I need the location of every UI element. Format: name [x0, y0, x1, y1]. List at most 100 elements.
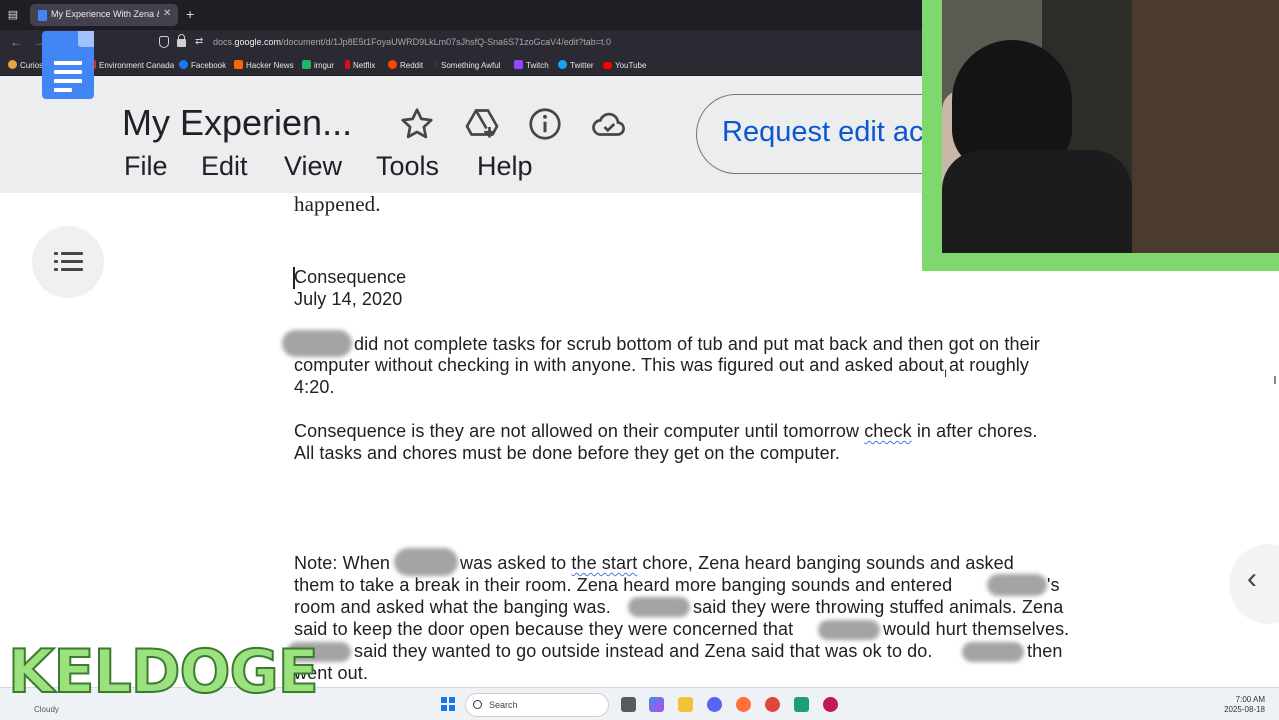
- bookmark-youtube[interactable]: YouTube: [603, 60, 646, 72]
- paragraph-line: said they wanted to go outside instead a…: [354, 641, 933, 661]
- webcam-bookshelf: [1132, 0, 1279, 253]
- bookmark-twitch[interactable]: Twitch: [514, 60, 549, 72]
- document-title[interactable]: My Experien...: [122, 102, 352, 144]
- info-icon[interactable]: [527, 106, 563, 142]
- reddit-icon: [388, 60, 397, 69]
- spellcheck-underline[interactable]: the start: [571, 553, 637, 573]
- paragraph-line: then: [1027, 641, 1063, 661]
- app-icon[interactable]: [765, 697, 780, 712]
- bookmark-something-awful[interactable]: Something Awful: [433, 60, 500, 72]
- spellcheck-underline[interactable]: check: [864, 421, 912, 441]
- screen: ▤ My Experience With Zena & Po ✕ + ← → ↻…: [0, 0, 1279, 720]
- close-tab-icon[interactable]: ✕: [163, 8, 171, 19]
- tab-list-icon[interactable]: ▤: [6, 8, 20, 22]
- paragraph-line: 's: [1047, 575, 1060, 595]
- paragraph-line: was asked to the start chore, Zena heard…: [460, 553, 1014, 573]
- menu-file[interactable]: File: [124, 151, 168, 182]
- webcam-overlay-frame: [922, 0, 1279, 271]
- address-bar-url[interactable]: docs.google.com/document/d/1Jp8E5t1FoyaU…: [213, 37, 611, 47]
- bookmark-label: Hacker News: [246, 61, 294, 70]
- firefox-icon[interactable]: [736, 697, 751, 712]
- request-edit-access-label: Request edit ac: [722, 116, 924, 148]
- side-panel-toggle-button[interactable]: ‹: [1229, 544, 1279, 624]
- bookmark-imgur[interactable]: imgur: [302, 60, 334, 72]
- menu-tools[interactable]: Tools: [376, 151, 439, 182]
- list-icon-line: [61, 260, 83, 263]
- webcam-feed: [942, 0, 1279, 253]
- paragraph-line: them to take a break in their room. Zena…: [294, 575, 953, 595]
- tab-title: My Experience With Zena & Po: [51, 9, 159, 19]
- file-explorer-icon[interactable]: [678, 697, 693, 712]
- star-icon[interactable]: [399, 106, 435, 142]
- paragraph-line: Note: When: [294, 553, 391, 573]
- bookmark-environment-canada[interactable]: Environment Canada: [87, 60, 174, 72]
- streamer-watermark-logo: KELDOGE: [7, 636, 320, 708]
- url-domain: google.com: [234, 37, 282, 47]
- redacted-name: [394, 548, 458, 576]
- section-date: July 14, 2020: [294, 289, 403, 309]
- bookmark-label: Environment Canada: [99, 61, 175, 70]
- logo-line: [54, 61, 82, 65]
- bookmark-hacker-news[interactable]: Hacker News: [234, 60, 294, 72]
- redacted-name: [962, 642, 1024, 662]
- section-heading: Consequence: [294, 267, 407, 287]
- redacted-name: [987, 574, 1047, 596]
- clock-date: 2025-08-18: [1224, 705, 1265, 714]
- windows-start-icon[interactable]: [441, 697, 455, 711]
- curiositystream-icon: [8, 60, 17, 69]
- menu-view[interactable]: View: [284, 151, 342, 182]
- back-arrow-icon[interactable]: ←: [10, 35, 22, 49]
- bookmark-facebook[interactable]: Facebook: [179, 60, 226, 72]
- browser-tab-active[interactable]: My Experience With Zena & Po ✕: [30, 4, 178, 26]
- start-icon-tile: [449, 697, 455, 703]
- list-icon-dot: [54, 260, 58, 263]
- document-text-line: happened.: [294, 192, 381, 216]
- scrollbar-marker[interactable]: [1274, 376, 1276, 384]
- start-icon-tile: [449, 705, 455, 711]
- cloud-saved-icon[interactable]: [591, 106, 627, 142]
- menu-help[interactable]: Help: [477, 151, 533, 182]
- start-icon-tile: [441, 697, 447, 703]
- clock-time: 7:00 AM: [1235, 695, 1265, 704]
- start-icon-tile: [441, 705, 447, 711]
- twitch-icon: [514, 60, 523, 69]
- paragraph-line: 4:20.: [294, 377, 335, 397]
- new-tab-icon[interactable]: +: [186, 6, 194, 22]
- logo-line: [54, 79, 82, 83]
- redacted-name: [628, 597, 690, 617]
- url-prefix: docs.: [213, 37, 235, 47]
- app-icon[interactable]: [794, 697, 809, 712]
- bookmark-label: Reddit: [400, 61, 424, 70]
- paragraph-line: did not complete tasks for scrub bottom …: [354, 334, 1040, 354]
- search-icon: [473, 700, 482, 709]
- twitter-icon: [558, 60, 567, 69]
- paragraph-line: room and asked what the banging was.: [294, 597, 611, 617]
- bookmark-netflix[interactable]: Netflix: [345, 60, 375, 72]
- facebook-icon: [179, 60, 188, 69]
- document-outline-button[interactable]: [32, 226, 104, 298]
- google-docs-logo-icon[interactable]: [42, 31, 94, 99]
- lock-icon[interactable]: [177, 34, 186, 47]
- taskbar-clock[interactable]: 7:00 AM 2025-08-18: [1221, 695, 1265, 715]
- search-label: Search: [489, 700, 518, 710]
- discord-icon[interactable]: [707, 697, 722, 712]
- copilot-icon[interactable]: [649, 697, 664, 712]
- redacted-name: [818, 620, 880, 640]
- i-beam-cursor-icon: I: [944, 368, 948, 380]
- move-to-drive-icon[interactable]: [464, 106, 500, 142]
- media-player-icon[interactable]: [823, 697, 838, 712]
- tracking-shield-icon[interactable]: [159, 36, 169, 48]
- bookmark-reddit[interactable]: Reddit: [388, 60, 423, 72]
- google-docs-favicon-icon: [38, 10, 47, 21]
- bookmark-twitter[interactable]: Twitter: [558, 60, 594, 72]
- chevron-left-icon: ‹: [1247, 562, 1257, 595]
- permissions-icon[interactable]: ⇄: [195, 36, 203, 47]
- list-icon-dot: [54, 252, 58, 255]
- taskbar-search-box[interactable]: Search: [465, 693, 609, 717]
- list-icon-line: [61, 252, 83, 255]
- paragraph-line: said to keep the door open because they …: [294, 619, 794, 639]
- logo-line: [54, 70, 82, 74]
- logo-line: [54, 88, 72, 92]
- task-view-icon[interactable]: [621, 697, 636, 712]
- menu-edit[interactable]: Edit: [201, 151, 248, 182]
